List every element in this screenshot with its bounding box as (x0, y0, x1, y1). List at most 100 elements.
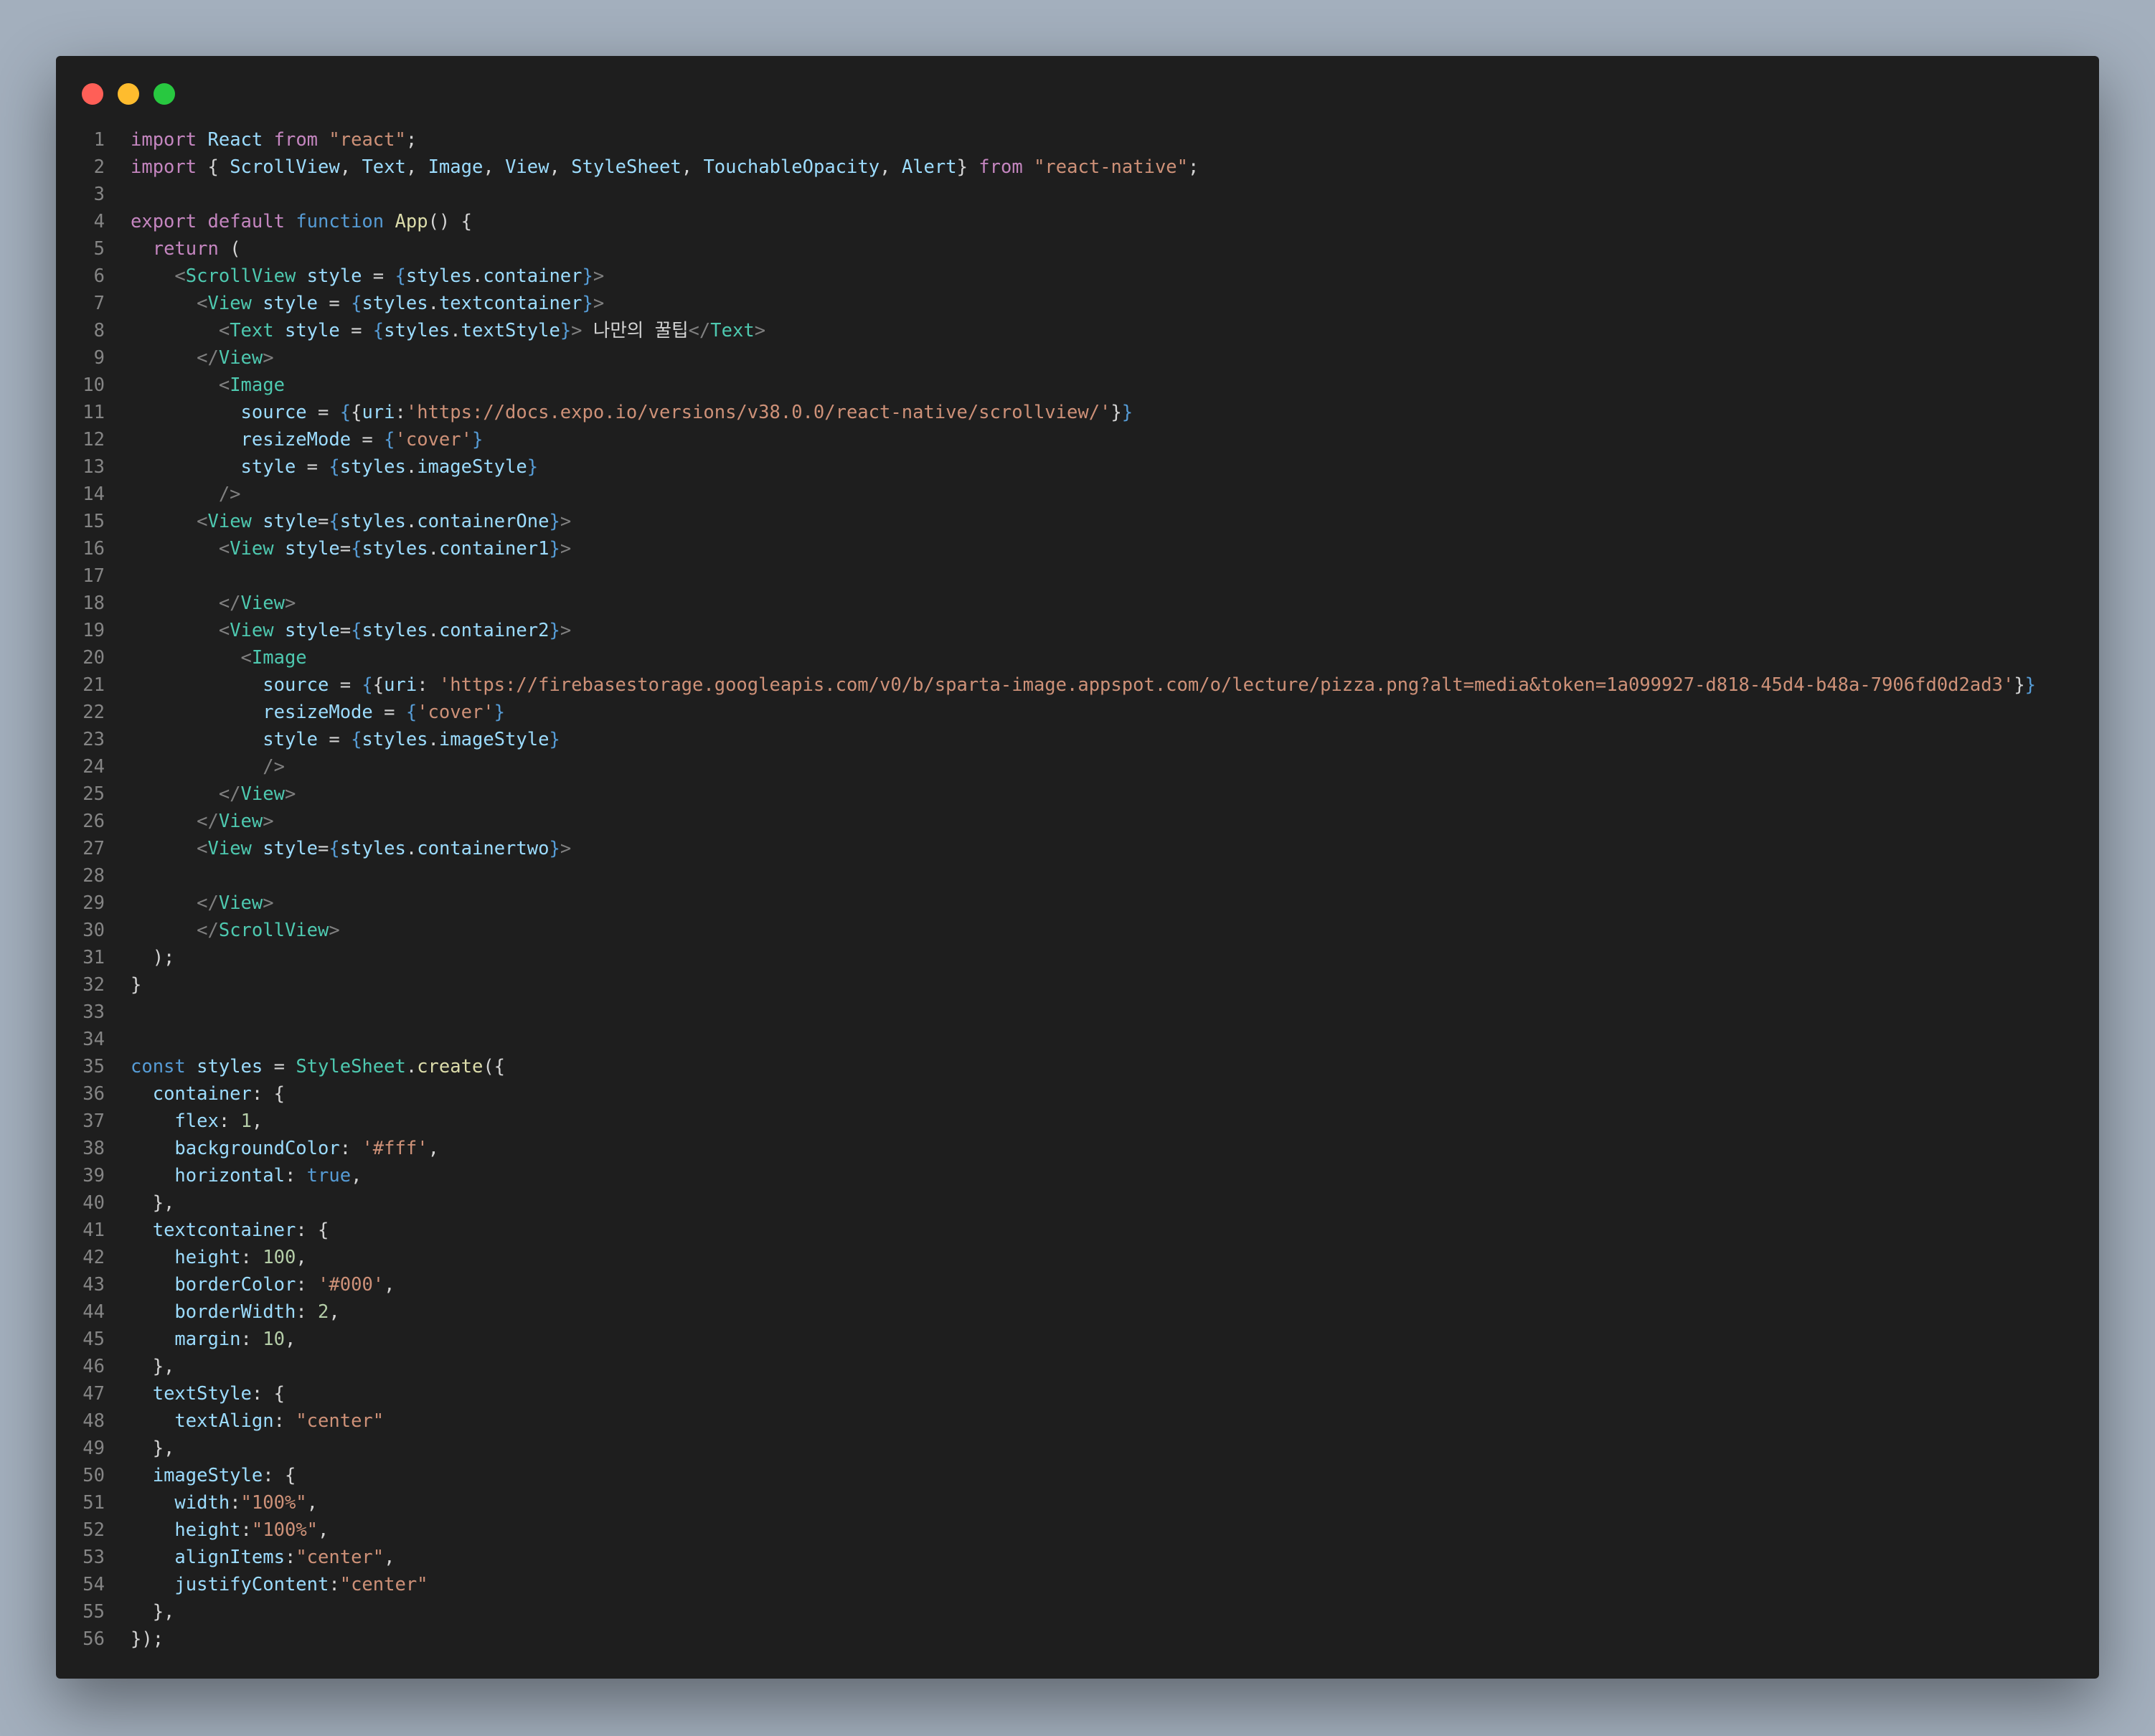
code-text: ); (105, 944, 175, 971)
code-token: create (417, 1056, 484, 1077)
code-token: container1 (438, 538, 550, 560)
code-token: container2 (438, 620, 550, 641)
code-token: styles (339, 456, 406, 478)
code-token: imageStyle (152, 1465, 263, 1486)
code-token: < (218, 620, 230, 641)
code-text: const styles = StyleSheet.create({ (105, 1053, 505, 1080)
code-token: }, (131, 1356, 175, 1377)
code-token: > (560, 538, 572, 560)
code-token: > (263, 892, 274, 914)
code-token: style (306, 265, 362, 287)
code-token: 'https://firebasestorage.googleapis.com/… (438, 674, 2014, 696)
code-token: style (284, 620, 340, 641)
code-token: } (494, 702, 506, 723)
code-token: containertwo (417, 838, 550, 859)
code-token: { (329, 838, 340, 859)
line-number: 32 (82, 974, 105, 996)
minimize-window-button[interactable] (118, 83, 139, 105)
code-token: textStyle (152, 1383, 252, 1405)
code-token: : (284, 1165, 307, 1187)
code-token: function (296, 211, 385, 232)
code-token: > (571, 320, 583, 341)
code-token: View (207, 511, 252, 532)
code-token: > (754, 320, 766, 341)
code-line: 35 const styles = StyleSheet.create({ (56, 1053, 2036, 1080)
code-token: } (549, 729, 560, 750)
line-number: 49 (82, 1438, 105, 1459)
code-token: < (218, 374, 230, 396)
code-token: : { (251, 1083, 285, 1105)
close-window-button[interactable] (82, 83, 103, 105)
code-line: 38 backgroundColor: '#fff', (56, 1135, 2036, 1162)
code-token: textStyle (461, 320, 560, 341)
code-token: : (284, 1547, 296, 1568)
code-token: , (405, 156, 428, 178)
code-token: } (471, 429, 484, 450)
code-editor[interactable]: 1 import React from "react"; 2 import { Scr… (56, 126, 2036, 1653)
code-token: , (483, 156, 506, 178)
line-number: 15 (82, 511, 105, 532)
code-token: /> (218, 483, 241, 505)
code-token: } (560, 320, 572, 341)
code-token: : (230, 1492, 241, 1514)
code-token: imageStyle (417, 456, 527, 478)
code-text: </View> (105, 890, 274, 917)
line-number: 44 (82, 1301, 105, 1323)
line-number: 31 (82, 947, 105, 968)
code-token: </ (197, 811, 219, 832)
code-token: ScrollView (185, 265, 296, 287)
line-number: 54 (82, 1574, 105, 1595)
code-token: container (483, 265, 583, 287)
code-token: ScrollView (230, 156, 340, 178)
code-token: ); (131, 947, 175, 968)
code-token: </ (688, 320, 711, 341)
code-token: View (207, 838, 252, 859)
line-number: 4 (93, 211, 105, 232)
code-token: margin (174, 1329, 241, 1350)
zoom-window-button[interactable] (154, 83, 175, 105)
code-text: textStyle: { (105, 1380, 285, 1407)
line-number: 22 (82, 702, 105, 723)
code-token: styles (384, 320, 451, 341)
line-number: 23 (82, 729, 105, 750)
code-token: View (240, 783, 285, 805)
line-number: 27 (82, 838, 105, 859)
code-token: > (263, 347, 274, 369)
code-token: "react" (329, 129, 406, 151)
window-controls (82, 83, 175, 105)
code-token: { (339, 402, 352, 423)
line-number: 45 (82, 1329, 105, 1350)
code-text: borderColor: '#000', (105, 1271, 395, 1298)
code-token: 10 (263, 1329, 285, 1350)
code-token: style (263, 838, 319, 859)
code-line: 36 container: { (56, 1080, 2036, 1108)
code-text: container: { (105, 1080, 285, 1108)
code-token: : { (296, 1220, 329, 1241)
code-text: }, (105, 1435, 175, 1462)
code-token: . (405, 1056, 418, 1077)
code-token: : (329, 1574, 340, 1595)
code-text: source = {{uri:'https://docs.expo.io/ver… (105, 399, 1133, 426)
code-token: = (372, 702, 406, 723)
code-token: = (318, 293, 352, 314)
code-token: '#000' (318, 1274, 385, 1296)
code-token: , (351, 1165, 362, 1187)
line-number: 16 (82, 538, 105, 560)
code-line: 52 height:"100%", (56, 1516, 2036, 1544)
code-token: > (284, 593, 296, 614)
code-token: = (362, 265, 395, 287)
code-line: 4 export default function App() { (56, 208, 2036, 235)
